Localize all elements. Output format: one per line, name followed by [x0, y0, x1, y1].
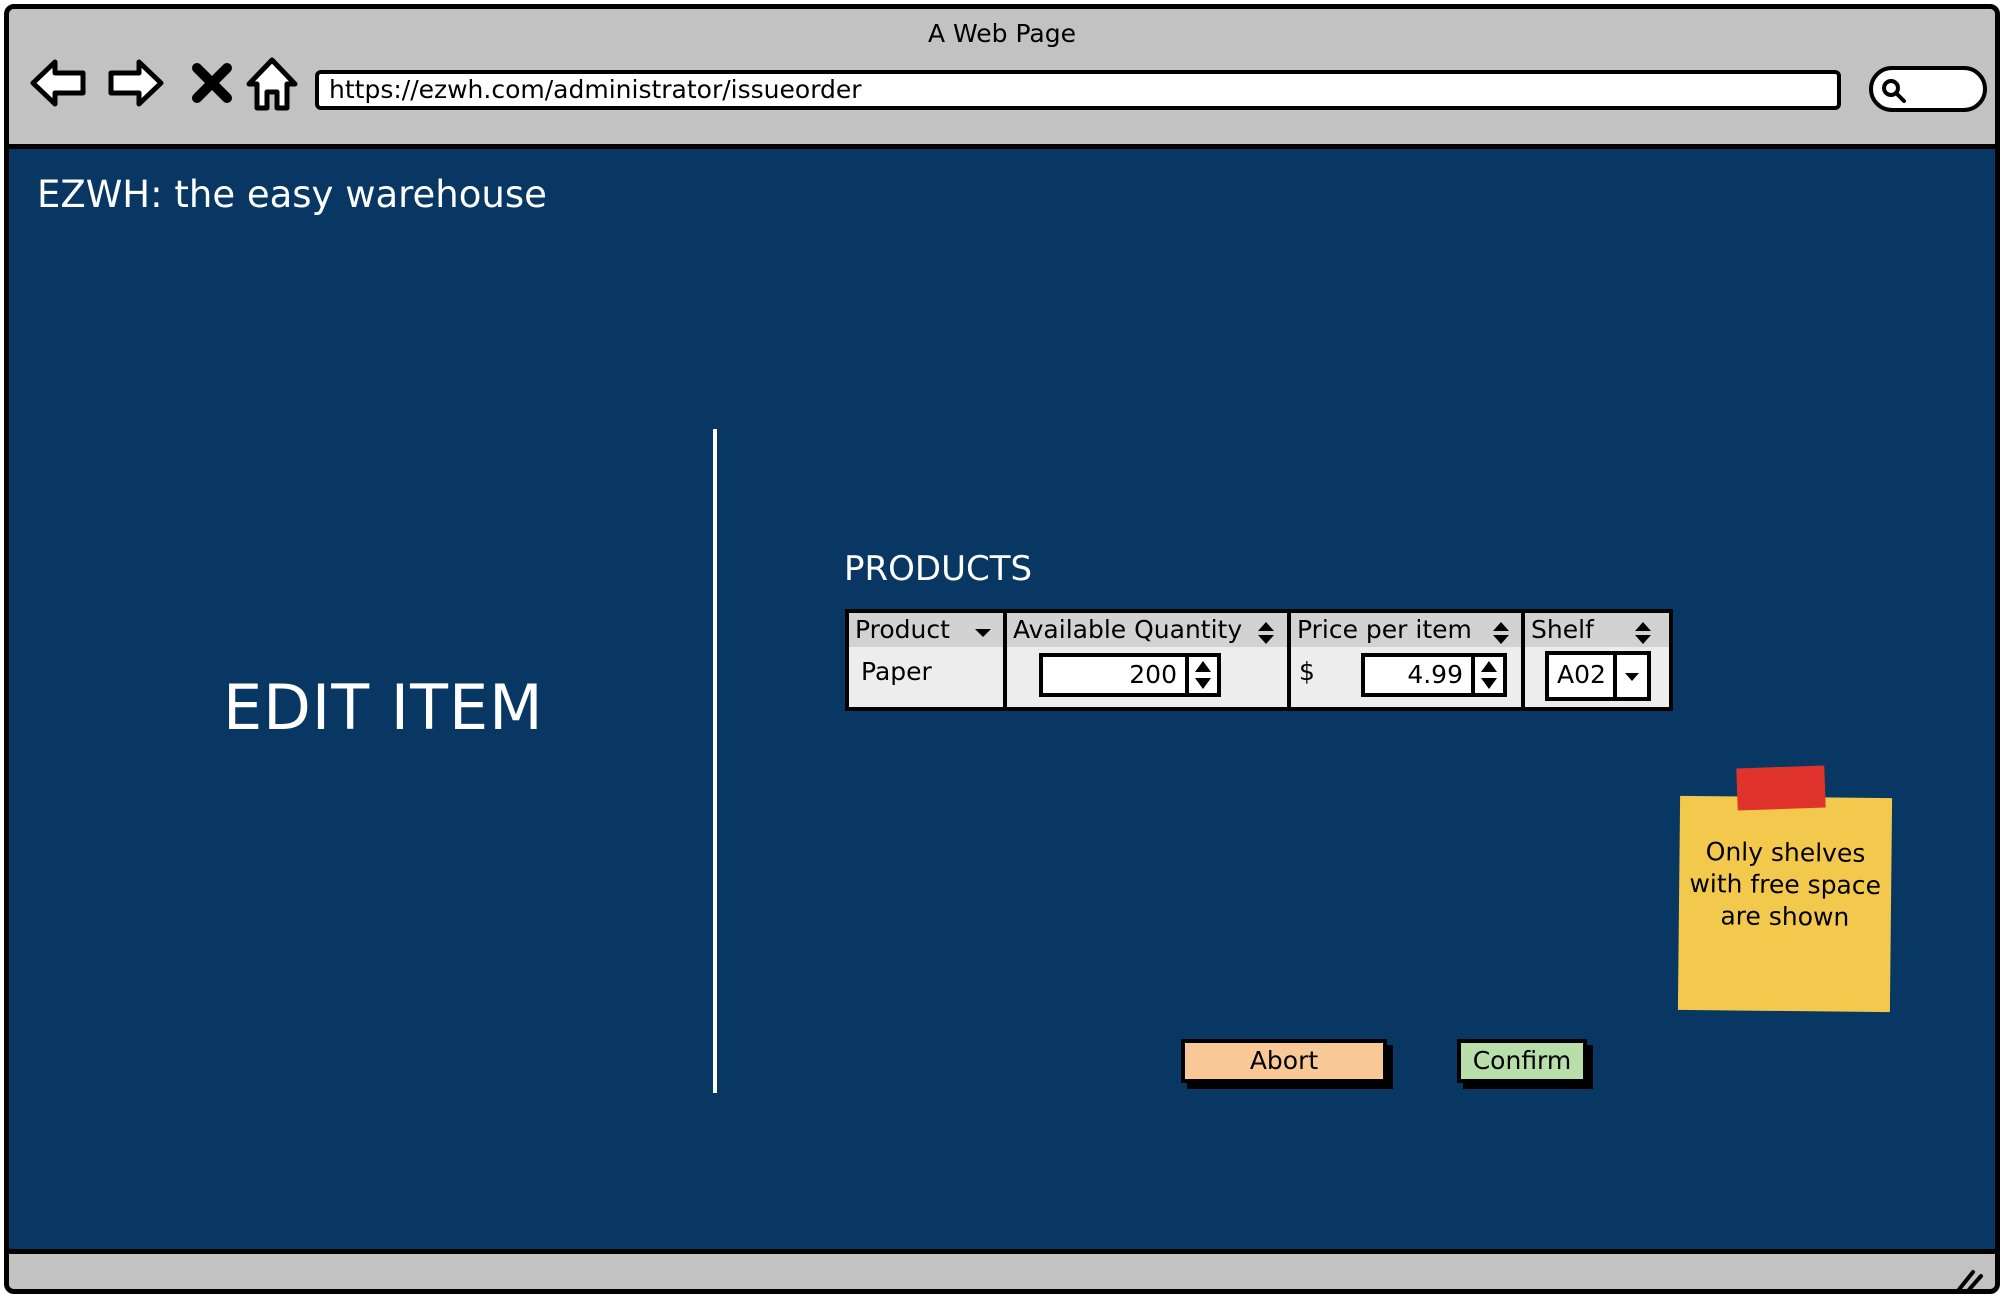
- abort-button[interactable]: Abort: [1181, 1039, 1387, 1083]
- resize-handle-icon[interactable]: [1953, 1266, 1985, 1289]
- browser-search-input[interactable]: [1869, 66, 1987, 112]
- stepper-arrows-icon[interactable]: [1185, 657, 1217, 693]
- chevron-down-icon[interactable]: [1613, 655, 1647, 697]
- sticky-note-tape: [1736, 765, 1826, 811]
- stepper-arrows-icon[interactable]: [1471, 657, 1503, 693]
- column-separator: [1287, 613, 1291, 707]
- search-icon: [1882, 79, 1906, 103]
- browser-window: A Web Page https://ezwh.com/administrato…: [4, 4, 2000, 1294]
- page-content: EZWH: the easy warehouse EDIT ITEM PRODU…: [9, 149, 1995, 1249]
- dropdown-arrow-icon[interactable]: [973, 627, 993, 639]
- shelf-value: A02: [1557, 660, 1606, 689]
- column-header-label: Price per item: [1297, 615, 1472, 644]
- column-header-label: Available Quantity: [1013, 615, 1243, 644]
- products-table: Product Available Quantity Price per ite…: [845, 609, 1673, 711]
- column-header-label: Shelf: [1531, 615, 1594, 644]
- sort-icon[interactable]: [1257, 621, 1275, 645]
- price-value: 4.99: [1407, 660, 1463, 689]
- currency-symbol: $: [1299, 657, 1315, 686]
- browser-toolbar: A Web Page https://ezwh.com/administrato…: [9, 9, 1995, 149]
- product-name-cell: Paper: [861, 657, 932, 686]
- products-heading: PRODUCTS: [844, 549, 1033, 589]
- stop-icon[interactable]: [187, 54, 237, 112]
- window-title: A Web Page: [927, 19, 1077, 48]
- section-title: EDIT ITEM: [223, 671, 544, 744]
- back-arrow-icon[interactable]: [29, 54, 87, 112]
- quantity-stepper[interactable]: 200: [1039, 653, 1221, 697]
- brand-title: EZWH: the easy warehouse: [37, 173, 547, 216]
- column-header-label: Product: [855, 615, 950, 644]
- sticky-note: Only shelves with free space are shown: [1677, 795, 1893, 1013]
- sort-icon[interactable]: [1492, 621, 1510, 645]
- column-separator: [1521, 613, 1525, 707]
- forward-arrow-icon[interactable]: [107, 54, 165, 112]
- quantity-value: 200: [1129, 660, 1177, 689]
- home-icon[interactable]: [243, 54, 301, 112]
- sticky-note-text: Only shelves with free space are shown: [1689, 837, 1882, 932]
- address-bar[interactable]: https://ezwh.com/administrator/issueorde…: [315, 70, 1841, 110]
- confirm-button[interactable]: Confirm: [1457, 1039, 1587, 1083]
- column-separator: [1003, 613, 1007, 707]
- column-header-price-per-item[interactable]: Price per item: [1291, 613, 1521, 647]
- column-header-available-quantity[interactable]: Available Quantity: [1007, 613, 1287, 647]
- shelf-select[interactable]: A02: [1545, 651, 1651, 701]
- sort-icon[interactable]: [1634, 621, 1652, 645]
- vertical-divider: [713, 429, 717, 1093]
- status-bar: [9, 1249, 1995, 1289]
- price-stepper[interactable]: 4.99: [1361, 653, 1507, 697]
